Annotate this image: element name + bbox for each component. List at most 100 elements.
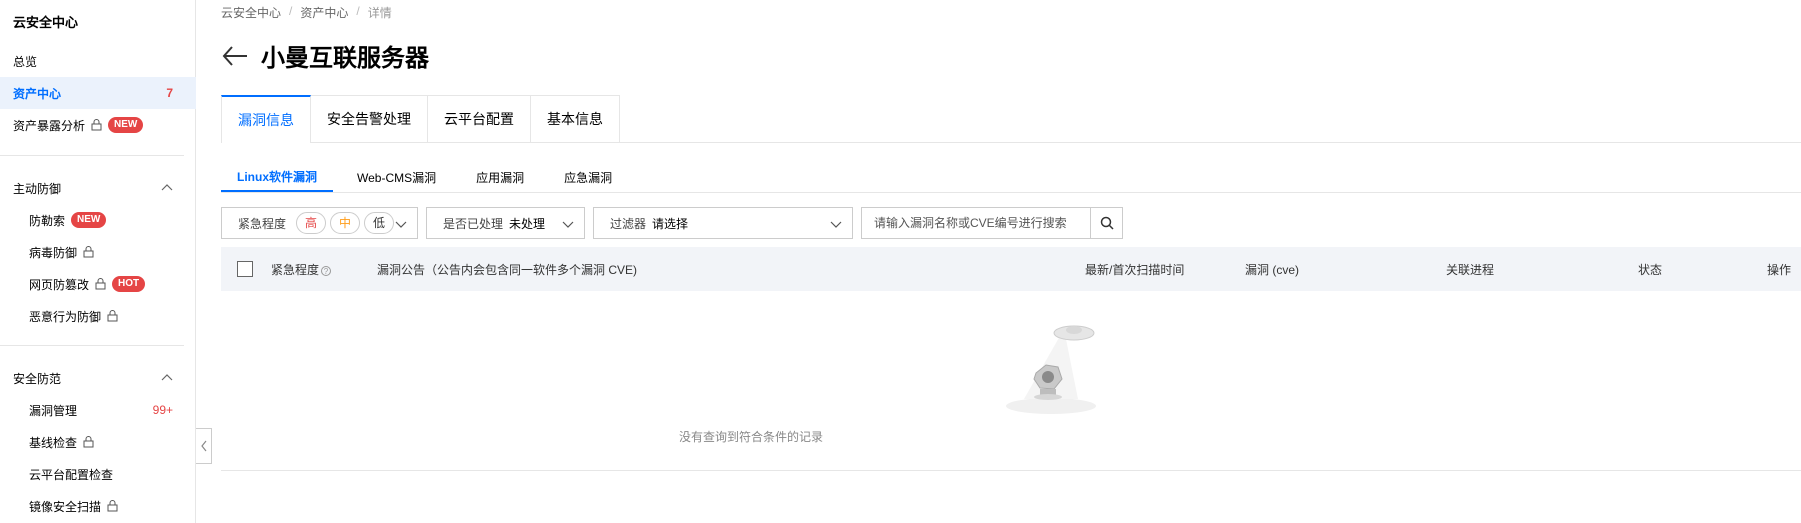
sidebar-item-asset-center[interactable]: 资产中心 7 <box>0 77 196 109</box>
chevron-down-icon <box>562 221 574 228</box>
sidebar-item-count: 99+ <box>152 403 173 417</box>
subtab-emergency-vuln[interactable]: 应急漏洞 <box>548 162 628 192</box>
sidebar-item-label: 镜像安全扫描 <box>29 499 102 514</box>
sidebar-item-anti-ransomware[interactable]: 防勒索 NEW <box>0 204 196 236</box>
breadcrumb-item[interactable]: 资产中心 <box>300 4 348 21</box>
urgency-medium-pill[interactable]: 中 <box>330 212 361 234</box>
sidebar-item-label: 防勒索 <box>29 213 66 228</box>
sidebar-item-label: 恶意行为防御 <box>29 309 102 324</box>
chevron-left-icon <box>200 440 206 452</box>
lock-icon <box>95 278 106 290</box>
sidebar-group-active-defense[interactable]: 主动防御 <box>0 172 196 204</box>
condition-filter-label: 过滤器 <box>610 216 647 231</box>
column-header-status: 状态 <box>1638 263 1663 277</box>
sidebar-item-malicious-behavior-defense[interactable]: 恶意行为防御 <box>0 300 196 332</box>
sidebar: 云安全中心 总览 资产中心 7 资产暴露分析 NEW 主动防御 防勒索 NEW … <box>0 0 196 523</box>
sidebar-item-exposure-analysis[interactable]: 资产暴露分析 NEW <box>0 109 196 141</box>
select-all-checkbox[interactable] <box>237 261 253 277</box>
tab-vuln-info[interactable]: 漏洞信息 <box>221 95 311 143</box>
page-title: 小曼互联服务器 <box>261 45 429 72</box>
breadcrumb-item[interactable]: 云安全中心 <box>221 4 281 21</box>
sidebar-collapse-button[interactable] <box>196 428 212 464</box>
sidebar-item-label: 漏洞管理 <box>29 403 78 418</box>
sidebar-item-overview[interactable]: 总览 <box>0 45 196 77</box>
sidebar-item-label: 病毒防御 <box>29 245 78 260</box>
sidebar-title: 云安全中心 <box>13 15 79 30</box>
sidebar-divider <box>0 345 184 346</box>
handled-filter[interactable]: 是否已处理 未处理 <box>426 207 585 239</box>
column-header-cve: 漏洞 (cve) <box>1245 263 1300 277</box>
urgency-high-pill[interactable]: 高 <box>296 212 327 234</box>
sidebar-item-count: 7 <box>166 86 173 100</box>
tab-basic-info[interactable]: 基本信息 <box>530 95 620 142</box>
sidebar-item-label: 网页防篡改 <box>29 277 90 292</box>
search-box <box>861 207 1123 239</box>
handled-filter-value: 未处理 <box>509 216 546 231</box>
sidebar-group-security-prevention[interactable]: 安全防范 <box>0 362 196 394</box>
tab-cloud-config[interactable]: 云平台配置 <box>427 95 531 142</box>
empty-state-illustration <box>1006 325 1096 414</box>
sidebar-item-virus-defense[interactable]: 病毒防御 <box>0 236 196 268</box>
sidebar-item-label: 资产中心 <box>13 86 62 101</box>
lock-icon <box>91 119 102 131</box>
column-header-urgency[interactable]: 紧急程度? <box>271 261 332 278</box>
sidebar-item-label: 总览 <box>13 54 38 69</box>
sidebar-item-label: 云平台配置检查 <box>29 467 114 482</box>
sidebar-group-title: 安全防范 <box>13 371 62 386</box>
condition-filter[interactable]: 过滤器 请选择 <box>593 207 853 239</box>
help-icon[interactable]: ? <box>321 265 332 276</box>
sidebar-divider <box>0 155 184 156</box>
column-header-action: 操作 <box>1767 263 1792 277</box>
column-header-bulletin: 漏洞公告（公告内会包含同一软件多个漏洞 CVE) <box>377 263 638 277</box>
chevron-up-icon <box>161 184 173 191</box>
sidebar-item-web-tamper-proof[interactable]: 网页防篡改 HOT <box>0 268 196 300</box>
breadcrumb-separator: / <box>289 4 293 18</box>
empty-state-text: 没有查询到符合条件的记录 <box>678 430 823 444</box>
sidebar-item-label: 资产暴露分析 <box>13 118 86 133</box>
sidebar-item-vuln-management[interactable]: 漏洞管理 99+ <box>0 394 196 426</box>
urgency-filter-label: 紧急程度 <box>238 216 287 231</box>
sidebar-item-cloud-config-check[interactable]: 云平台配置检查 <box>0 458 196 490</box>
sidebar-item-baseline-check[interactable]: 基线检查 <box>0 426 196 458</box>
main-content: 云安全中心 / 资产中心 / 详情 小曼互联服务器 漏洞信息 安全告警处理 云平… <box>221 0 1801 523</box>
vuln-table: 紧急程度? 漏洞公告（公告内会包含同一软件多个漏洞 CVE) 最新/首次扫描时间… <box>221 247 1801 471</box>
column-header-process: 关联进程 <box>1446 263 1495 277</box>
urgency-filter[interactable]: 紧急程度 高 中 低 <box>221 207 418 239</box>
sidebar-group-title: 主动防御 <box>13 181 62 196</box>
condition-filter-value: 请选择 <box>652 216 689 231</box>
lock-icon <box>83 436 94 448</box>
tab-security-alerts[interactable]: 安全告警处理 <box>310 95 428 142</box>
main-tabs: 漏洞信息 安全告警处理 云平台配置 基本信息 <box>221 95 1801 143</box>
lock-icon <box>107 500 118 512</box>
subtab-app-vuln[interactable]: 应用漏洞 <box>460 162 540 192</box>
subtab-webcms-vuln[interactable]: Web-CMS漏洞 <box>341 162 452 192</box>
subtab-linux-vuln[interactable]: Linux软件漏洞 <box>221 162 333 192</box>
chevron-up-icon <box>161 374 173 381</box>
handled-filter-label: 是否已处理 <box>443 216 504 231</box>
column-header-label: 紧急程度 <box>271 263 320 277</box>
breadcrumb: 云安全中心 / 资产中心 / 详情 <box>221 4 392 21</box>
new-badge: NEW <box>71 212 107 228</box>
breadcrumb-separator: / <box>356 4 360 18</box>
search-button[interactable] <box>1091 207 1123 239</box>
chevron-down-icon <box>830 221 842 228</box>
table-header: 紧急程度? 漏洞公告（公告内会包含同一软件多个漏洞 CVE) 最新/首次扫描时间… <box>221 247 1801 291</box>
column-header-scan-time[interactable]: 最新/首次扫描时间 <box>1085 261 1184 278</box>
back-arrow-icon[interactable] <box>221 44 249 68</box>
hot-badge: HOT <box>112 276 146 292</box>
search-input[interactable] <box>861 207 1091 239</box>
new-badge: NEW <box>108 117 144 133</box>
sidebar-item-label: 基线检查 <box>29 435 78 450</box>
app-root: 云安全中心 总览 资产中心 7 资产暴露分析 NEW 主动防御 防勒索 NEW … <box>0 0 1801 523</box>
chevron-down-icon <box>395 221 407 228</box>
vuln-type-tabs: Linux软件漏洞 Web-CMS漏洞 应用漏洞 应急漏洞 <box>221 162 1801 193</box>
filter-bar: 紧急程度 高 中 低 是否已处理 未处理 过滤器 请选择 <box>221 207 1123 239</box>
breadcrumb-current: 详情 <box>367 6 392 20</box>
lock-icon <box>107 310 118 322</box>
urgency-low-pill[interactable]: 低 <box>364 212 395 234</box>
lock-icon <box>83 246 94 258</box>
search-icon <box>1100 216 1114 230</box>
table-empty-state: 没有查询到符合条件的记录 <box>221 291 1801 471</box>
page-header: 小曼互联服务器 <box>221 38 429 73</box>
sidebar-item-image-scan[interactable]: 镜像安全扫描 <box>0 490 196 522</box>
